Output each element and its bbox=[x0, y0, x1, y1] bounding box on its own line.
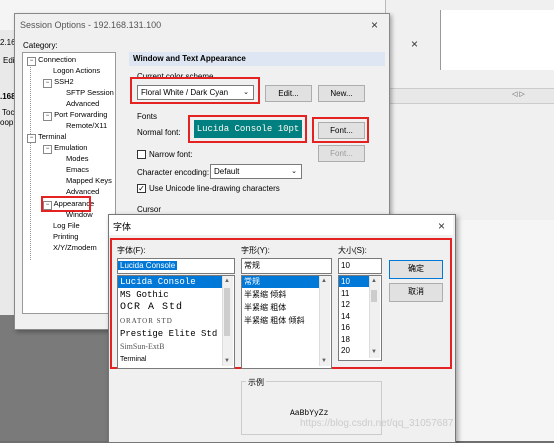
tree-item-printing[interactable]: Printing bbox=[53, 232, 78, 242]
narrow-font-button[interactable]: Font... bbox=[318, 145, 365, 162]
font-size-item-16[interactable]: 16 bbox=[339, 322, 350, 333]
chevron-down-icon: ⌄ bbox=[291, 168, 297, 175]
ok-button[interactable]: 确定 bbox=[389, 260, 443, 279]
tree-item-terminal[interactable]: − Terminal bbox=[27, 132, 66, 143]
cancel-button[interactable]: 取消 bbox=[389, 283, 443, 302]
font-size-item-11[interactable]: 11 bbox=[339, 288, 349, 299]
section-header: Window and Text Appearance bbox=[129, 52, 385, 66]
encoding-label: Character encoding: bbox=[137, 168, 210, 177]
tree-item-emacs[interactable]: Emacs bbox=[66, 165, 89, 175]
scroll-down-icon[interactable]: ▼ bbox=[319, 356, 329, 366]
sample-text: AaBbYyZz bbox=[290, 409, 329, 418]
collapse-icon[interactable]: − bbox=[43, 145, 52, 154]
font-family-label: 字体(F): bbox=[117, 246, 146, 255]
encoding-select[interactable]: Default ⌄ bbox=[210, 164, 302, 179]
font-size-item-12[interactable]: 12 bbox=[339, 299, 350, 310]
font-family-item-ms-gothic[interactable]: MS Gothic bbox=[118, 289, 169, 301]
collapse-icon[interactable]: − bbox=[27, 134, 36, 143]
font-size-label: 大小(S): bbox=[338, 246, 367, 255]
edit-button[interactable]: Edit... bbox=[265, 85, 312, 102]
tree-item-sftp-session[interactable]: SFTP Session bbox=[66, 88, 114, 98]
tree-item-connection[interactable]: − Connection bbox=[27, 55, 76, 66]
tree-item-mapped-keys[interactable]: Mapped Keys bbox=[66, 176, 112, 186]
tree-item-xyzmodem[interactable]: X/Y/Zmodem bbox=[53, 243, 97, 253]
font-size-input[interactable]: 10 bbox=[338, 258, 382, 274]
font-family-item-terminal[interactable]: Terminal bbox=[118, 354, 146, 366]
background-right-toolbar bbox=[385, 88, 554, 104]
background-fragment-2: Edi bbox=[3, 56, 15, 65]
fonts-label: Fonts bbox=[137, 112, 158, 121]
cursor-label: Cursor bbox=[137, 205, 162, 214]
font-family-item-simsun[interactable]: SimSun-ExtB bbox=[118, 341, 164, 353]
font-preview-highlight bbox=[188, 115, 307, 143]
scroll-up-icon[interactable]: ▲ bbox=[222, 276, 232, 286]
scroll-up-icon[interactable]: ▲ bbox=[319, 276, 329, 286]
tree-item-emulation[interactable]: − Emulation bbox=[43, 143, 87, 154]
sample-label: 示例 bbox=[246, 377, 266, 388]
new-button[interactable]: New... bbox=[318, 85, 365, 102]
font-size-scrollbar[interactable] bbox=[369, 276, 380, 358]
background-close-icon[interactable]: × bbox=[411, 38, 418, 50]
collapse-icon[interactable]: − bbox=[43, 112, 52, 121]
background-tab-arrows[interactable]: ◁ ▷ bbox=[512, 90, 525, 98]
unicode-label: Use Unicode line-drawing characters bbox=[149, 184, 280, 193]
font-dialog-titlebar bbox=[109, 215, 453, 235]
collapse-icon[interactable]: − bbox=[27, 57, 36, 66]
watermark-text: https://blog.csdn.net/qq_31057687 bbox=[300, 418, 454, 429]
font-style-label: 字形(Y): bbox=[241, 246, 270, 255]
font-family-item-ocr[interactable]: OCR A Std bbox=[118, 302, 183, 314]
tree-item-window[interactable]: Window bbox=[66, 210, 93, 220]
background-gray-area bbox=[0, 315, 120, 441]
font-family-scroll-thumb[interactable] bbox=[224, 288, 230, 336]
unicode-checkbox[interactable]: ✓ bbox=[137, 184, 146, 193]
tree-item-logon-actions[interactable]: Logon Actions bbox=[53, 66, 100, 76]
font-button-highlight bbox=[312, 117, 369, 143]
scroll-down-icon[interactable]: ▼ bbox=[369, 347, 379, 357]
background-fragment-5: oop bbox=[0, 118, 14, 127]
narrow-font-checkbox[interactable] bbox=[137, 150, 146, 159]
font-size-item-14[interactable]: 14 bbox=[339, 311, 350, 322]
font-style-item-regular[interactable]: 常规 bbox=[242, 276, 320, 288]
font-size-item-10[interactable]: 10 bbox=[339, 276, 369, 287]
background-right-frame bbox=[440, 10, 554, 70]
tree-item-remote-x11[interactable]: Remote/X11 bbox=[66, 121, 107, 131]
tree-item-modes[interactable]: Modes bbox=[66, 154, 89, 164]
font-style-item-semi-italic[interactable]: 半紧缩 倾斜 bbox=[242, 289, 286, 301]
tree-connector-lines bbox=[30, 64, 32, 260]
category-label: Category: bbox=[23, 41, 58, 50]
tree-item-ssh2-advanced[interactable]: Advanced bbox=[66, 99, 99, 109]
font-style-input[interactable]: 常规 bbox=[241, 258, 332, 274]
font-family-input[interactable]: Lucida Console bbox=[117, 258, 235, 274]
font-family-item-lucida[interactable]: Lucida Console bbox=[118, 276, 224, 288]
font-size-scroll-thumb[interactable] bbox=[371, 290, 377, 302]
tree-item-port-forwarding[interactable]: − Port Forwarding bbox=[43, 110, 107, 121]
font-style-item-semi-bold[interactable]: 半紧缩 粗体 bbox=[242, 302, 286, 314]
scroll-up-icon[interactable]: ▲ bbox=[369, 276, 379, 286]
font-dialog-close-icon[interactable]: × bbox=[438, 220, 445, 232]
narrow-font-label: Narrow font: bbox=[149, 150, 193, 159]
tree-item-log-file[interactable]: Log File bbox=[53, 221, 80, 231]
font-family-item-orator[interactable]: ORATOR STD bbox=[118, 316, 173, 326]
scroll-down-icon[interactable]: ▼ bbox=[222, 356, 232, 366]
font-family-item-prestige[interactable]: Prestige Elite Std bbox=[118, 328, 217, 340]
font-style-item-semi-bold-italic[interactable]: 半紧缩 粗体 倾斜 bbox=[242, 315, 304, 327]
font-dialog-title: 字体 bbox=[113, 222, 132, 232]
font-size-item-18[interactable]: 18 bbox=[339, 334, 350, 345]
tree-item-ssh2[interactable]: − SSH2 bbox=[43, 77, 74, 88]
background-fragment-4: Toc bbox=[2, 108, 15, 117]
color-scheme-highlight bbox=[130, 77, 260, 104]
font-size-item-20[interactable]: 20 bbox=[339, 345, 350, 356]
font-style-scrollbar[interactable] bbox=[319, 276, 330, 366]
collapse-icon[interactable]: − bbox=[43, 79, 52, 88]
session-options-close-icon[interactable]: × bbox=[371, 19, 378, 31]
normal-font-label: Normal font: bbox=[137, 128, 181, 137]
session-options-title: Session Options - 192.168.131.100 bbox=[20, 20, 162, 30]
